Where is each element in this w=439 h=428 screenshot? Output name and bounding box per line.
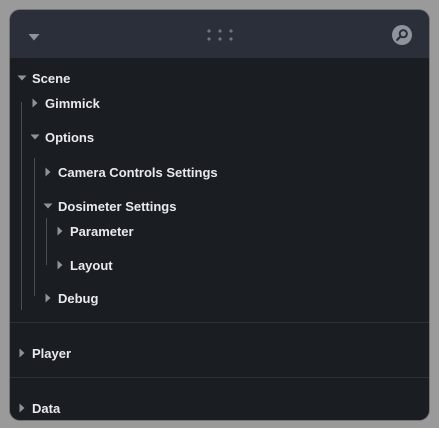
caret-right-icon bbox=[57, 260, 63, 270]
caret-down-icon bbox=[17, 75, 27, 81]
tree-item-parameter[interactable]: Parameter bbox=[54, 219, 134, 243]
search-icon[interactable] bbox=[391, 24, 413, 46]
tree-item-label: Camera Controls Settings bbox=[58, 164, 218, 180]
settings-panel: Scene Gimmick Options Camera Controls Se… bbox=[10, 10, 429, 420]
tree-item-label: Dosimeter Settings bbox=[58, 198, 177, 214]
tree-item-camera-controls[interactable]: Camera Controls Settings bbox=[42, 160, 218, 184]
section-divider bbox=[10, 322, 429, 323]
caret-right-icon bbox=[32, 98, 38, 108]
tree-item-label: Data bbox=[32, 400, 61, 416]
caret-down-icon bbox=[43, 203, 53, 209]
tree-guide-scene bbox=[21, 102, 22, 310]
tree-item-data[interactable]: Data bbox=[16, 396, 60, 420]
tree-item-label: Scene bbox=[32, 70, 71, 86]
panel-titlebar bbox=[10, 10, 429, 58]
tree-item-label: Layout bbox=[70, 257, 113, 273]
caret-right-icon bbox=[19, 403, 25, 413]
tree-item-layout[interactable]: Layout bbox=[54, 253, 113, 277]
tree-item-label: Gimmick bbox=[45, 95, 100, 111]
caret-right-icon bbox=[45, 293, 51, 303]
caret-right-icon bbox=[45, 167, 51, 177]
caret-down-icon[interactable] bbox=[27, 29, 41, 41]
tree-item-player[interactable]: Player bbox=[16, 341, 71, 365]
caret-right-icon bbox=[57, 226, 63, 236]
tree-guide-options bbox=[34, 158, 35, 296]
tree-item-label: Player bbox=[32, 345, 72, 361]
tree-item-label: Options bbox=[45, 129, 95, 145]
tree-item-options[interactable]: Options bbox=[29, 125, 94, 149]
caret-down-icon bbox=[30, 134, 40, 140]
tree-item-debug[interactable]: Debug bbox=[42, 286, 98, 310]
grip-dots-icon[interactable] bbox=[206, 28, 234, 42]
section-divider bbox=[10, 377, 429, 378]
caret-right-icon bbox=[19, 348, 25, 358]
tree-item-label: Debug bbox=[58, 290, 99, 306]
tree-content: Scene Gimmick Options Camera Controls Se… bbox=[10, 58, 429, 420]
tree-item-scene[interactable]: Scene bbox=[16, 66, 70, 90]
tree-item-dosimeter[interactable]: Dosimeter Settings bbox=[42, 194, 176, 218]
tree-guide-dosimeter bbox=[46, 218, 47, 265]
tree-item-label: Parameter bbox=[70, 223, 134, 239]
tree-item-gimmick[interactable]: Gimmick bbox=[29, 91, 100, 115]
